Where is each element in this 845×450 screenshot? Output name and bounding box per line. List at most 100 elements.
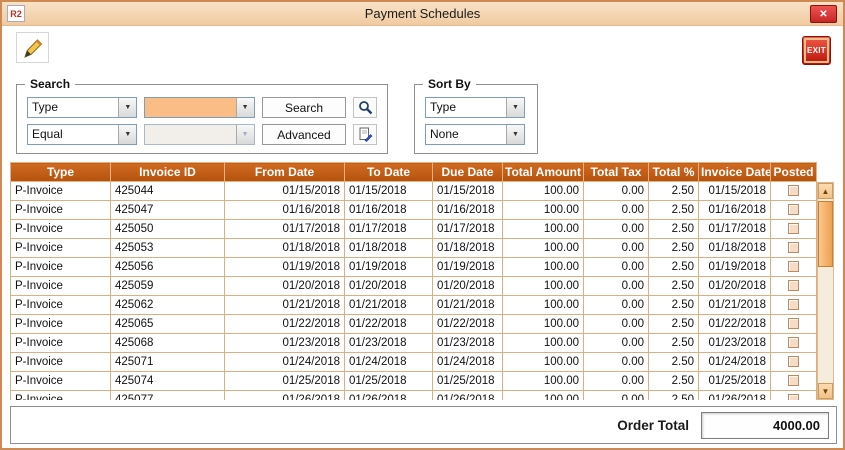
column-header-invoice-id[interactable]: Invoice ID: [111, 163, 225, 182]
cell-posted: [771, 372, 817, 391]
cell-invoice-date: 01/21/2018: [699, 296, 771, 315]
search-field-combo[interactable]: Type ▼: [27, 97, 137, 118]
cell-invoice-id: 425062: [111, 296, 225, 315]
table-row[interactable]: P-Invoice42505301/18/201801/18/201801/18…: [11, 239, 817, 258]
chevron-glyph: ▼: [124, 104, 131, 111]
column-header-posted[interactable]: Posted: [771, 163, 817, 182]
cell-total-pct: 2.50: [649, 201, 699, 220]
search-value-combo[interactable]: ▼: [144, 97, 254, 118]
cell-type: P-Invoice: [11, 334, 111, 353]
table-row[interactable]: P-Invoice42507401/25/201801/25/201801/25…: [11, 372, 817, 391]
cell-posted: [771, 353, 817, 372]
advanced-button[interactable]: Advanced: [262, 124, 347, 145]
column-header-invoice-date[interactable]: Invoice Date: [699, 163, 771, 182]
search-button[interactable]: Search: [262, 97, 347, 118]
column-header-to-date[interactable]: To Date: [345, 163, 433, 182]
posted-checkbox[interactable]: [788, 394, 799, 400]
cell-to-date: 01/16/2018: [345, 201, 433, 220]
column-header-total-pct[interactable]: Total %: [649, 163, 699, 182]
posted-checkbox[interactable]: [788, 185, 799, 196]
posted-checkbox[interactable]: [788, 223, 799, 234]
posted-checkbox[interactable]: [788, 318, 799, 329]
search-icon-button[interactable]: [353, 97, 377, 118]
scrollbar-thumb[interactable]: [818, 201, 833, 267]
toolbar: EXIT: [2, 26, 843, 76]
chevron-down-icon[interactable]: ▼: [118, 125, 136, 144]
chevron-down-icon[interactable]: ▼: [236, 98, 254, 117]
column-header-from-date[interactable]: From Date: [225, 163, 345, 182]
table-row[interactable]: P-Invoice42507101/24/201801/24/201801/24…: [11, 353, 817, 372]
cell-type: P-Invoice: [11, 277, 111, 296]
cell-posted: [771, 201, 817, 220]
sortby-groupbox: Sort By Type ▼ None ▼: [414, 84, 538, 154]
cell-total-tax: 0.00: [584, 334, 649, 353]
search-operator-combo[interactable]: Equal ▼: [27, 124, 137, 145]
column-header-due-date[interactable]: Due Date: [433, 163, 503, 182]
table-row[interactable]: P-Invoice42505001/17/201801/17/201801/17…: [11, 220, 817, 239]
cell-total-pct: 2.50: [649, 315, 699, 334]
close-button[interactable]: ✕: [810, 5, 837, 23]
cell-total-amount: 100.00: [503, 220, 584, 239]
column-header-total-tax[interactable]: Total Tax: [584, 163, 649, 182]
posted-checkbox[interactable]: [788, 204, 799, 215]
table-row[interactable]: P-Invoice42506501/22/201801/22/201801/22…: [11, 315, 817, 334]
cell-total-amount: 100.00: [503, 391, 584, 401]
exit-button[interactable]: EXIT: [802, 36, 831, 65]
invoice-table: TypeInvoice IDFrom DateTo DateDue DateTo…: [10, 162, 817, 400]
edit-button[interactable]: [16, 32, 49, 63]
sort-secondary-combo[interactable]: None ▼: [425, 124, 525, 145]
posted-checkbox[interactable]: [788, 280, 799, 291]
posted-checkbox[interactable]: [788, 375, 799, 386]
cell-invoice-date: 01/18/2018: [699, 239, 771, 258]
cell-due-date: 01/24/2018: [433, 353, 503, 372]
table-row[interactable]: P-Invoice42507701/26/201801/26/201801/26…: [11, 391, 817, 401]
posted-checkbox[interactable]: [788, 356, 799, 367]
cell-total-pct: 2.50: [649, 391, 699, 401]
search-operator-value: Equal: [28, 125, 118, 144]
posted-checkbox[interactable]: [788, 337, 799, 348]
column-header-total-amount[interactable]: Total Amount: [503, 163, 584, 182]
cell-from-date: 01/17/2018: [225, 220, 345, 239]
cell-due-date: 01/19/2018: [433, 258, 503, 277]
search-value2-text: [145, 125, 235, 144]
cell-total-amount: 100.00: [503, 201, 584, 220]
exit-button-label: EXIT: [807, 46, 826, 55]
order-total-value: 4000.00: [701, 412, 829, 439]
posted-checkbox[interactable]: [788, 242, 799, 253]
table-row[interactable]: P-Invoice42504401/15/201801/15/201801/15…: [11, 182, 817, 201]
app-logo-icon: R2: [7, 5, 25, 22]
posted-checkbox[interactable]: [788, 299, 799, 310]
cell-total-amount: 100.00: [503, 296, 584, 315]
cell-invoice-id: 425059: [111, 277, 225, 296]
table-row[interactable]: P-Invoice42505901/20/201801/20/201801/20…: [11, 277, 817, 296]
cell-total-pct: 2.50: [649, 296, 699, 315]
cell-total-tax: 0.00: [584, 391, 649, 401]
chevron-down-icon[interactable]: ▼: [506, 98, 524, 117]
table-row[interactable]: P-Invoice42506201/21/201801/21/201801/21…: [11, 296, 817, 315]
vertical-scrollbar[interactable]: ▲ ▼: [817, 182, 834, 400]
cell-total-pct: 2.50: [649, 277, 699, 296]
title-bar[interactable]: R2 Payment Schedules ✕: [2, 2, 843, 26]
column-header-type[interactable]: Type: [11, 163, 111, 182]
cell-invoice-id: 425065: [111, 315, 225, 334]
filter-area: Search Type ▼ ▼ Search: [2, 84, 843, 154]
chevron-down-icon[interactable]: ▼: [506, 125, 524, 144]
cell-total-tax: 0.00: [584, 239, 649, 258]
scroll-down-icon: ▼: [822, 387, 830, 396]
cell-total-tax: 0.00: [584, 296, 649, 315]
header-row: TypeInvoice IDFrom DateTo DateDue DateTo…: [11, 163, 817, 182]
scroll-down-button[interactable]: ▼: [818, 383, 833, 399]
chevron-down-icon[interactable]: ▼: [118, 98, 136, 117]
sort-secondary-value: None: [426, 125, 506, 144]
posted-checkbox[interactable]: [788, 261, 799, 272]
sort-primary-combo[interactable]: Type ▼: [425, 97, 525, 118]
cell-due-date: 01/18/2018: [433, 239, 503, 258]
cell-due-date: 01/15/2018: [433, 182, 503, 201]
table-row[interactable]: P-Invoice42505601/19/201801/19/201801/19…: [11, 258, 817, 277]
scroll-up-button[interactable]: ▲: [818, 183, 833, 199]
search-group-label: Search: [25, 77, 75, 91]
sortby-row-1: Type ▼: [425, 97, 527, 118]
advanced-search-icon-button[interactable]: [353, 124, 377, 145]
table-row[interactable]: P-Invoice42506801/23/201801/23/201801/23…: [11, 334, 817, 353]
table-row[interactable]: P-Invoice42504701/16/201801/16/201801/16…: [11, 201, 817, 220]
